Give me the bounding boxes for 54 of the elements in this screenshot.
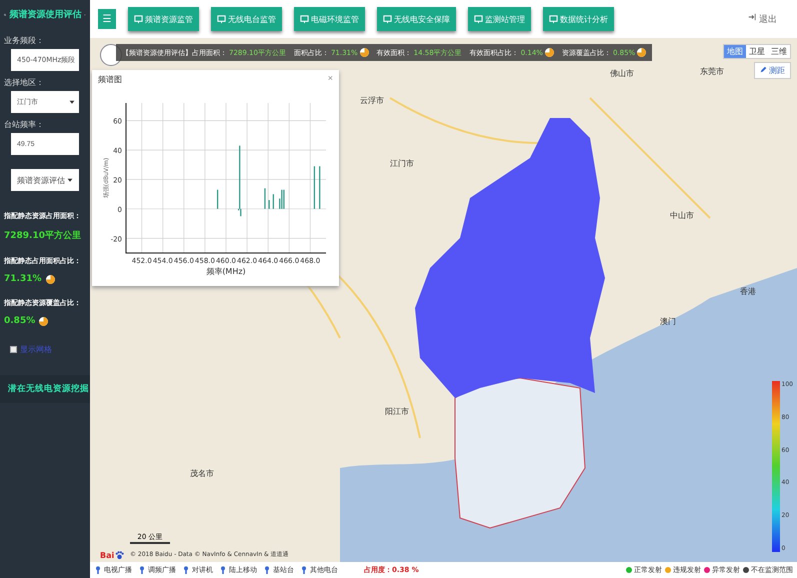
place-label: 澳门: [660, 316, 676, 327]
map-type-tab[interactable]: 卫星: [746, 45, 768, 58]
map-logo: Bai: [100, 551, 114, 560]
axis-label: 频率(MHz): [206, 267, 246, 276]
place-label: 云浮市: [360, 95, 384, 106]
stat-value: 0.85%: [4, 316, 36, 326]
antenna-icon: [94, 565, 102, 575]
section-header[interactable]: 潜在无线电资源挖掘: [0, 375, 90, 403]
place-label: 香港: [740, 286, 756, 297]
checkbox-label: 显示网格: [20, 344, 52, 355]
close-button[interactable]: ×: [328, 73, 333, 83]
nav-button[interactable]: 监测站管理: [468, 7, 531, 31]
caret-icon: [67, 177, 73, 183]
nav-button[interactable]: 频谱资源监管: [128, 7, 199, 31]
checkbox[interactable]: [10, 346, 17, 353]
menu-button[interactable]: ☰: [98, 9, 116, 29]
pencil-icon: [760, 66, 767, 73]
place-label: 江门市: [390, 158, 414, 169]
panel-title: 频谱图: [98, 74, 122, 85]
logout-link[interactable]: 退出: [759, 12, 777, 26]
antenna-icon: [182, 565, 190, 575]
antenna-icon: [300, 565, 308, 575]
place-label: 东莞市: [700, 66, 724, 77]
field-label: 选择地区：: [3, 77, 45, 89]
nav-button[interactable]: 无线电台监管: [211, 7, 282, 31]
antenna-icon: [263, 565, 271, 575]
nav-button[interactable]: 数据统计分析: [543, 7, 614, 31]
measure-button[interactable]: 测距: [754, 62, 791, 79]
place-label: 茂名市: [190, 468, 214, 479]
evaluate-button[interactable]: 频谱资源评估: [11, 169, 79, 191]
nav-button[interactable]: 无线电安全保障: [377, 7, 456, 31]
monitor-icon: [300, 14, 309, 24]
antenna-icon: [138, 565, 146, 575]
field-label: 业务频段：: [3, 35, 45, 47]
monitor-icon: [549, 14, 558, 24]
monitor-icon: [474, 14, 483, 24]
stat-value: 71.31%: [4, 274, 42, 284]
monitor-icon: [134, 14, 143, 24]
caret-icon: [69, 99, 75, 105]
field-label: 台站频率：: [3, 119, 45, 131]
section-title: 潜在无线电资源挖掘: [8, 383, 89, 395]
place-label: 佛山市: [610, 68, 634, 79]
section-title: 频谱资源使用评估: [9, 8, 82, 21]
monitor-icon: [217, 14, 226, 24]
antenna-icon: [219, 565, 227, 575]
map-type-tab[interactable]: 地图: [724, 45, 746, 58]
monitor-icon: [383, 14, 392, 24]
place-label: 中山市: [670, 210, 694, 221]
nav-button[interactable]: 电磁环境监管: [294, 7, 365, 31]
place-label: 阳江市: [385, 406, 409, 417]
paw-icon: [115, 551, 124, 560]
stat-value: 7289.10平方公里: [4, 229, 81, 242]
map-type-tab[interactable]: 三维: [768, 45, 790, 58]
logout-icon: [748, 12, 756, 20]
